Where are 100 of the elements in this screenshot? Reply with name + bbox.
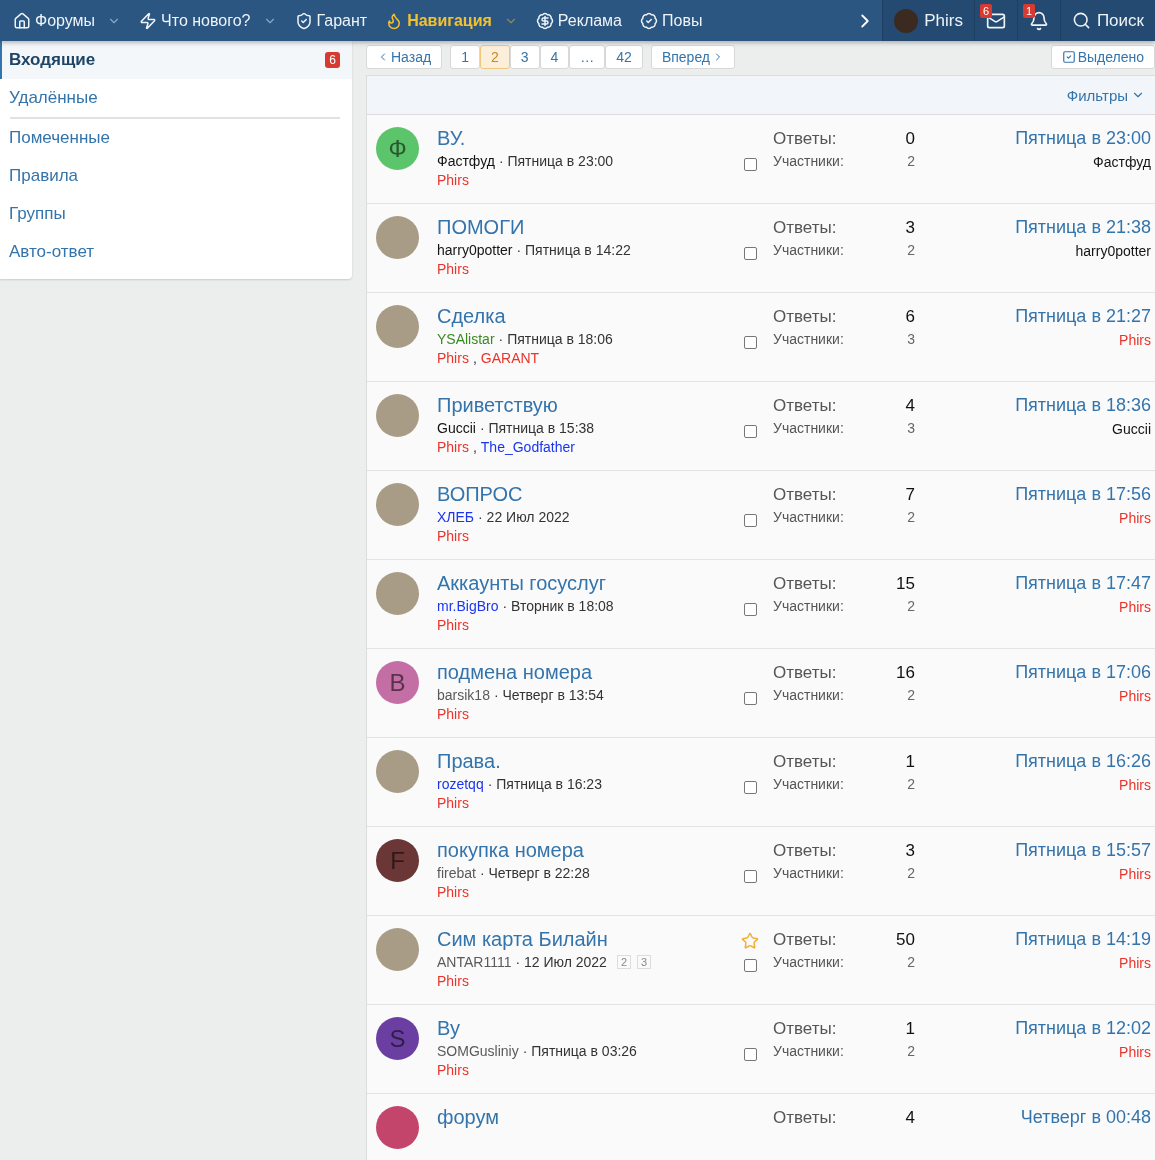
nav-tab[interactable]: Реклама (526, 0, 631, 41)
participant-name[interactable]: Phirs (437, 261, 469, 277)
author-name[interactable]: harry0potter (437, 242, 513, 258)
select-checkbox[interactable] (743, 692, 757, 705)
select-checkbox[interactable] (743, 781, 757, 794)
nav-tab[interactable]: Что нового? (130, 0, 286, 41)
author-name[interactable]: rozetqq (437, 776, 484, 792)
messages-button[interactable]: 6 (973, 0, 1017, 41)
author-name[interactable]: SOMGusliniy (437, 1043, 519, 1059)
nav-tab[interactable]: Повы (631, 0, 712, 41)
participant-name[interactable]: Phirs (437, 884, 469, 900)
select-checkbox[interactable] (743, 158, 757, 171)
last-poster[interactable]: Фастфуд (1093, 154, 1151, 170)
next-button[interactable]: Вперед (650, 45, 736, 69)
conversation-title[interactable]: Ву (437, 1017, 461, 1040)
select-checkbox[interactable] (743, 425, 757, 438)
nav-tab[interactable]: Навигация (376, 0, 527, 41)
participant-name[interactable]: Phirs (437, 617, 469, 633)
last-poster[interactable]: Phirs (1119, 777, 1151, 793)
last-poster[interactable]: Phirs (1119, 599, 1151, 615)
sidebar-item[interactable]: Входящие 6 (0, 41, 352, 79)
last-poster[interactable]: harry0potter (1075, 243, 1151, 259)
author-name[interactable]: ANTAR1111 (437, 954, 512, 970)
participant-name[interactable]: Phirs (437, 706, 469, 722)
select-checkbox[interactable] (743, 603, 757, 616)
sidebar-item[interactable]: Правила (0, 157, 352, 195)
participant-name[interactable]: Phirs (437, 528, 469, 544)
participant-name[interactable]: Phirs (437, 1062, 469, 1078)
last-poster[interactable]: Phirs (1119, 332, 1151, 348)
user-menu[interactable]: Phirs (882, 0, 974, 41)
search-button[interactable]: Поиск (1059, 0, 1155, 41)
page-link[interactable]: 42 (605, 45, 643, 69)
last-message-time[interactable]: Пятница в 17:56 (1015, 484, 1151, 505)
author-name[interactable]: Фастфуд (437, 153, 495, 169)
last-poster[interactable]: Phirs (1119, 955, 1151, 971)
last-message-time[interactable]: Пятница в 12:02 (1015, 1018, 1151, 1039)
selected-button[interactable]: Выделено (1050, 45, 1155, 69)
conversation-title[interactable]: Сим карта Билайн (437, 928, 608, 951)
participant-name[interactable]: GARANT (480, 350, 540, 366)
page-link[interactable]: 4 (539, 45, 570, 69)
sidebar-item[interactable]: Удалённые (0, 79, 352, 117)
select-checkbox[interactable] (743, 1048, 757, 1061)
last-message-time[interactable]: Пятница в 15:57 (1015, 840, 1151, 861)
last-message-time[interactable]: Пятница в 18:36 (1015, 395, 1151, 416)
conversation-title[interactable]: ВОПРОС (437, 483, 523, 506)
alerts-button[interactable]: 1 (1016, 0, 1060, 41)
select-checkbox[interactable] (743, 247, 757, 260)
participant-name[interactable]: The_Godfather (480, 439, 575, 455)
participant-name[interactable]: Phirs (437, 439, 469, 455)
conversation-title[interactable]: покупка номера (437, 839, 584, 862)
page-link[interactable]: 3 (509, 45, 540, 69)
participant-name[interactable]: Phirs (437, 795, 469, 811)
author-name[interactable]: barsik18 (437, 687, 490, 703)
last-message-time[interactable]: Пятница в 17:06 (1015, 662, 1151, 683)
author-name[interactable]: mr.BigBro (437, 598, 499, 614)
conversation-title[interactable]: Аккаунты госуслуг (437, 572, 607, 595)
sidebar-item[interactable]: Авто-ответ (0, 233, 352, 271)
star-icon[interactable] (741, 932, 759, 950)
conversation-title[interactable]: Сделка (437, 305, 506, 328)
page-link[interactable]: 1 (450, 45, 480, 69)
last-message-time[interactable]: Пятница в 14:19 (1015, 929, 1151, 950)
conversation-title[interactable]: ВУ. (437, 127, 466, 150)
last-message-time[interactable]: Пятница в 23:00 (1015, 128, 1151, 149)
last-poster[interactable]: Phirs (1119, 1044, 1151, 1060)
participant-name[interactable]: Phirs (437, 172, 469, 188)
last-message-time[interactable]: Пятница в 21:38 (1015, 217, 1151, 238)
author-name[interactable]: ХЛЕБ (437, 509, 475, 525)
last-poster[interactable]: Phirs (1119, 688, 1151, 704)
sidebar-item[interactable]: Группы (0, 195, 352, 233)
author-name[interactable]: firebat (437, 865, 476, 881)
author-name[interactable]: YSAlistar (437, 331, 495, 347)
sidebar-item[interactable]: Помеченные (0, 119, 352, 157)
nav-tab[interactable]: Гарант (285, 0, 377, 41)
page-link[interactable]: 2 (479, 45, 510, 69)
select-checkbox[interactable] (743, 336, 757, 349)
last-poster[interactable]: Guccii (1112, 421, 1151, 437)
last-message-time[interactable]: Пятница в 16:26 (1015, 751, 1151, 772)
prev-button[interactable]: Назад (366, 45, 443, 69)
conversation-title[interactable]: подмена номера (437, 661, 593, 684)
page-link[interactable]: 3 (637, 955, 652, 969)
participant-name[interactable]: Phirs (437, 973, 469, 989)
search-icon (1071, 11, 1091, 30)
nav-tab[interactable]: Форумы (4, 0, 131, 41)
filters-dropdown[interactable]: Фильтры (1066, 86, 1145, 104)
last-message-time[interactable]: Пятница в 21:27 (1015, 306, 1151, 327)
last-poster[interactable]: Phirs (1119, 510, 1151, 526)
select-checkbox[interactable] (743, 870, 757, 883)
page-link[interactable]: 2 (616, 955, 632, 969)
page-link[interactable]: … (569, 45, 606, 69)
conversation-title[interactable]: форум (437, 1106, 499, 1129)
conversation-title[interactable]: ПОМОГИ (437, 216, 525, 239)
author-name[interactable]: Guccii (437, 420, 476, 436)
last-message-time[interactable]: Пятница в 17:47 (1015, 573, 1151, 594)
last-poster[interactable]: Phirs (1119, 866, 1151, 882)
conversation-title[interactable]: Приветствую (437, 394, 558, 417)
select-checkbox[interactable] (743, 514, 757, 527)
conversation-title[interactable]: Права. (437, 750, 501, 773)
participant-name[interactable]: Phirs (437, 350, 469, 366)
select-checkbox[interactable] (743, 959, 757, 972)
last-message-time[interactable]: Четверг в 00:48 (1020, 1107, 1151, 1128)
